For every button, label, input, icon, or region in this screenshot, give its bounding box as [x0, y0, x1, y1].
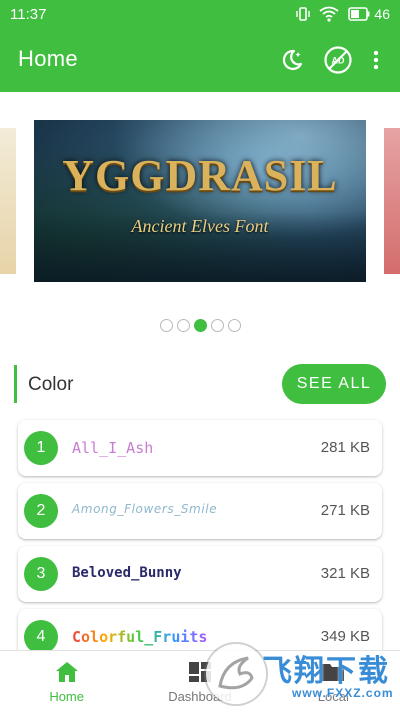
- see-all-button[interactable]: SEE ALL: [282, 364, 386, 404]
- font-name: Among_Flowers_Smile: [72, 502, 218, 516]
- font-list-item[interactable]: 1 All_I_Ash 281 KB: [18, 420, 382, 476]
- item-number-badge: 3: [24, 557, 58, 591]
- carousel-dot-active[interactable]: [193, 319, 207, 332]
- font-name: Beloved_Bunny: [72, 565, 182, 581]
- wifi-icon: [319, 6, 339, 22]
- banner-prev-peek[interactable]: [0, 128, 16, 274]
- carousel-dot[interactable]: [176, 319, 190, 332]
- page-title: Home: [18, 46, 78, 71]
- item-number-badge: 2: [24, 494, 58, 528]
- carousel-dot[interactable]: [159, 319, 173, 332]
- font-list-item[interactable]: 2 Among_Flowers_Smile 271 KB: [18, 483, 382, 539]
- item-number-badge: 4: [24, 620, 58, 654]
- watermark-text: 飞翔下载: [262, 654, 390, 689]
- app-bar-actions: AD: [276, 44, 384, 76]
- battery-indicator: 46: [348, 6, 390, 22]
- watermark-logo-icon: [206, 644, 266, 704]
- battery-icon: [348, 7, 370, 21]
- font-size: 281 KB: [320, 439, 370, 456]
- status-time: 11:37: [10, 6, 47, 23]
- carousel-indicator: [0, 319, 400, 332]
- font-name: Colorful_Fruits: [72, 628, 208, 646]
- section-header: Color SEE ALL: [0, 362, 400, 406]
- item-number-badge: 1: [24, 431, 58, 465]
- nav-label: Home: [49, 689, 84, 704]
- night-mode-icon[interactable]: [276, 44, 308, 76]
- more-vert-icon[interactable]: [368, 44, 384, 76]
- home-icon: [55, 661, 79, 683]
- vibrate-icon: [296, 6, 311, 22]
- watermark-url: www.FXXZ.com: [292, 686, 394, 700]
- banner-carousel[interactable]: YGGDRASIL Ancient Elves Font: [0, 92, 400, 342]
- font-size: 271 KB: [320, 502, 370, 519]
- carousel-dot[interactable]: [210, 319, 224, 332]
- carousel-dot[interactable]: [227, 319, 241, 332]
- banner-subtitle: Ancient Elves Font: [131, 216, 269, 236]
- battery-level: 46: [374, 6, 390, 22]
- status-bar: 11:37 46: [0, 0, 400, 28]
- font-list-item[interactable]: 3 Beloved_Bunny 321 KB: [18, 546, 382, 602]
- font-list: 1 All_I_Ash 281 KB 2 Among_Flowers_Smile…: [18, 420, 382, 672]
- watermark: 飞翔下载 www.FXXZ.com: [200, 640, 400, 712]
- app-bar: Home AD: [0, 28, 400, 92]
- font-size: 321 KB: [320, 565, 370, 582]
- banner-title: YGGDRASIL: [62, 151, 338, 200]
- section-accent-bar: [14, 365, 17, 403]
- section-title: Color: [28, 374, 74, 395]
- font-name: All_I_Ash: [72, 439, 154, 457]
- top-bar: 11:37 46 Home AD: [0, 0, 400, 92]
- status-icons: 46: [296, 6, 390, 22]
- banner-slide[interactable]: YGGDRASIL Ancient Elves Font: [34, 120, 366, 282]
- nav-item-home[interactable]: Home: [0, 651, 133, 712]
- svg-text:AD: AD: [332, 56, 345, 66]
- ad-free-icon[interactable]: AD: [322, 44, 354, 76]
- banner-next-peek[interactable]: [384, 128, 400, 274]
